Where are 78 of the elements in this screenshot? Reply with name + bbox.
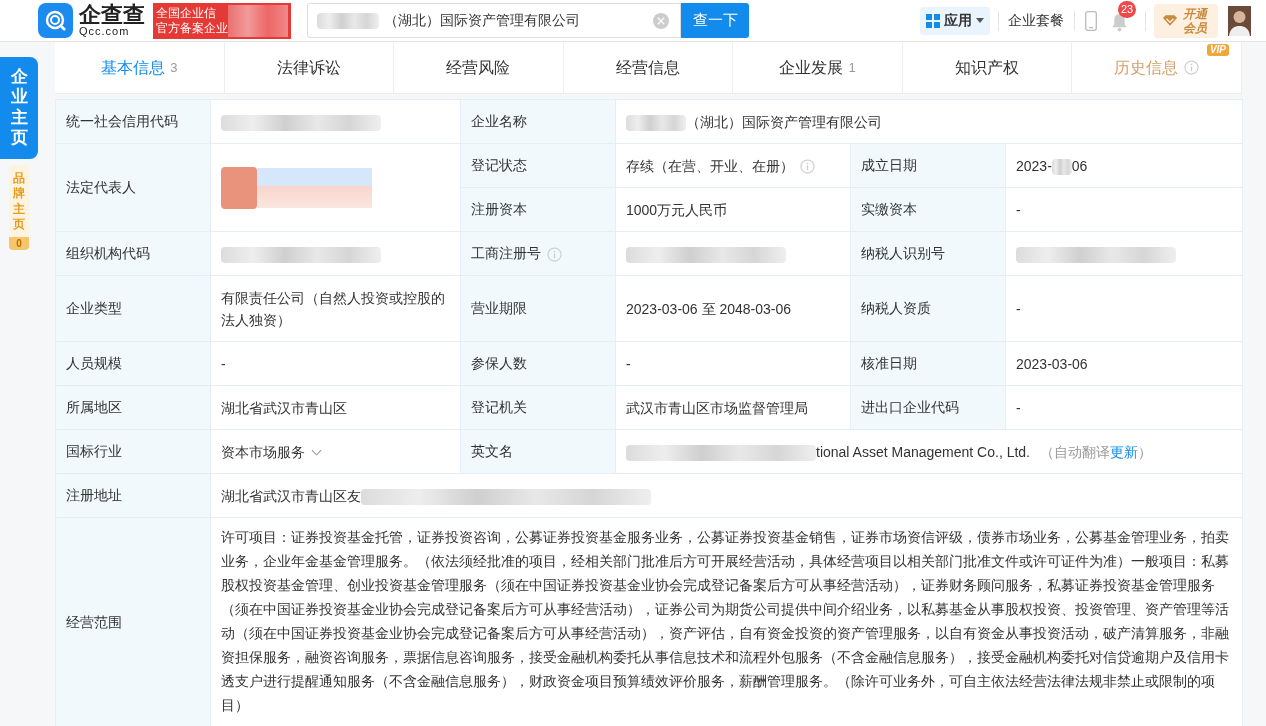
field-label: 企业名称 xyxy=(471,113,527,129)
field-value: 06 xyxy=(1071,157,1088,174)
logo-icon[interactable] xyxy=(38,3,73,38)
field-label: 核准日期 xyxy=(861,355,917,371)
field-label: 登记机关 xyxy=(471,399,527,415)
side-tab[interactable]: 企业主页 xyxy=(0,57,38,159)
phone-icon[interactable] xyxy=(1085,10,1097,31)
blurred-value xyxy=(626,114,686,131)
field-label: 纳税人资质 xyxy=(861,300,931,316)
tab[interactable]: 基本信息 3 xyxy=(55,42,225,93)
package-link[interactable]: 企业套餐 xyxy=(1008,10,1064,31)
field-value: - xyxy=(1016,399,1021,416)
field-value: 1000万元人民币 xyxy=(626,201,728,218)
tab[interactable]: 经营信息 xyxy=(563,42,734,93)
field-label: 统一社会信用代码 xyxy=(66,113,178,129)
field-value: 存续（在营、开业、在册） xyxy=(626,157,794,174)
tab[interactable]: 法律诉讼 xyxy=(224,42,395,93)
field-value: 武汉市青山区市场监督管理局 xyxy=(626,399,808,416)
clear-icon[interactable] xyxy=(653,13,669,29)
field-value: 湖北省武汉市青山区友 xyxy=(221,487,361,504)
apps-button[interactable]: 应用 xyxy=(920,6,990,35)
tab-count: 1 xyxy=(848,58,856,77)
grid-icon xyxy=(926,13,940,28)
field-label: 登记状态 xyxy=(471,157,527,173)
field-label: 进出口企业代码 xyxy=(861,399,959,415)
info-icon[interactable] xyxy=(547,246,562,262)
caret-icon xyxy=(976,18,984,23)
notification-badge: 23 xyxy=(1118,0,1137,18)
field-label: 注册地址 xyxy=(66,487,122,503)
field-label: 经营范围 xyxy=(66,613,122,630)
tab-count: 3 xyxy=(170,58,178,77)
field-label: 国标行业 xyxy=(66,443,122,459)
field-label: 成立日期 xyxy=(861,157,917,173)
logo-domain: Qcc.com xyxy=(79,26,131,37)
search-field[interactable]: （湖北）国际资产管理有限公司 xyxy=(307,3,681,38)
tab[interactable]: 经营风险 xyxy=(394,42,564,93)
vip-badge: VIP xyxy=(1206,44,1230,56)
certification-banner: 全国企业信 官方备案企业 xyxy=(153,2,291,39)
business-scope-text: 许可项目：证券投资基金托管，证券投资咨询，公募证券投资基金服务业务，公募证券投资基金销售，证券市场资信评级，债券市场业务，公募基金管理业务，拍卖业务，企业年金基金管理服务。（依法须经批准的项目，经相关部门批准后方可开展经营活动，具体经营项目以相关部门批准文件或许可证件为准）一般项目：私募股权投资基金管理、创业投资基金管理服务（须在中国证券投资基金业协会完成登记备案后方可从事经营活动），证券财务顾问服务，私募证券投资基金管理服务（须在中国证券投资基金业协会完成登记备案后方可从事经营活动），证券公司为期货公司提供中间介绍业务，以私募基金从事股权投资、投资管理、资产管理等活动（须在中国证券投资基金业协会完成登记备案后方可从事经营活动），资产评估，自有资金投资的资产管理服务，以自有资金从事投资活动，破产清算服务，非融资担保服务，融资咨询服务，票据信息咨询服务，接受金融机构委托从事信息技术和流程外包服务（不含金融信息服务），接受金融机构委托对信贷逾期户及信用卡透支户进行提醒通知服务（不含金融信息服务），财政资金项目预算绩效评价服务，薪酬管理服务。（除许可业务外，可自主依法经营法律法规非禁止或限制的项目） xyxy=(221,529,1230,715)
diamond-icon xyxy=(1162,15,1177,26)
logo-name: 企查查 xyxy=(79,4,145,26)
tab[interactable]: 知识产权 xyxy=(902,42,1073,93)
blurred-value xyxy=(317,13,379,29)
field-label: 人员规模 xyxy=(66,355,122,371)
field-value: 2023- xyxy=(1016,157,1052,174)
field-label: 营业期限 xyxy=(471,300,527,316)
field-value: 2023-03-06 xyxy=(1016,355,1088,372)
search-button[interactable]: 查一下 xyxy=(681,3,749,38)
field-value: （湖北）国际资产管理有限公司 xyxy=(686,113,882,130)
field-value: 有限责任公司（自然人投资或控股的法人独资） xyxy=(221,289,445,328)
field-label: 所属地区 xyxy=(66,399,122,415)
info-icon[interactable] xyxy=(800,159,815,175)
field-label: 组织机构代码 xyxy=(66,245,150,261)
field-label: 企业类型 xyxy=(66,300,122,316)
field-value: 2023-03-06 至 2048-03-06 xyxy=(626,300,791,317)
field-label: 纳税人识别号 xyxy=(861,245,945,261)
field-value: tional Asset Management Co., Ltd. xyxy=(816,443,1030,460)
tab[interactable]: 企业发展 1 xyxy=(733,42,903,93)
chevron-down-icon[interactable] xyxy=(311,449,322,457)
field-label: 英文名 xyxy=(471,443,513,459)
user-avatar[interactable] xyxy=(1228,5,1251,36)
field-label: 注册资本 xyxy=(471,201,527,217)
field-label: 实缴资本 xyxy=(861,201,917,217)
field-value: - xyxy=(626,355,631,372)
bell-icon[interactable] xyxy=(1111,12,1128,32)
field-value: - xyxy=(1016,300,1021,317)
translation-note: （自动翻译更新） xyxy=(1040,443,1152,460)
field-value: 湖北省武汉市青山区 xyxy=(221,399,347,416)
field-value: - xyxy=(1016,201,1021,218)
field-value: - xyxy=(221,355,226,372)
info-icon[interactable] xyxy=(1184,60,1200,75)
blurred-avatar xyxy=(221,166,257,209)
field-value: 资本市场服务 xyxy=(221,443,305,460)
field-label: 工商注册号 xyxy=(471,245,541,261)
blurred-value xyxy=(1051,158,1072,175)
field-label: 参保人数 xyxy=(471,355,527,371)
field-label: 法定代表人 xyxy=(66,179,136,195)
update-link[interactable]: 更新 xyxy=(1110,443,1138,460)
